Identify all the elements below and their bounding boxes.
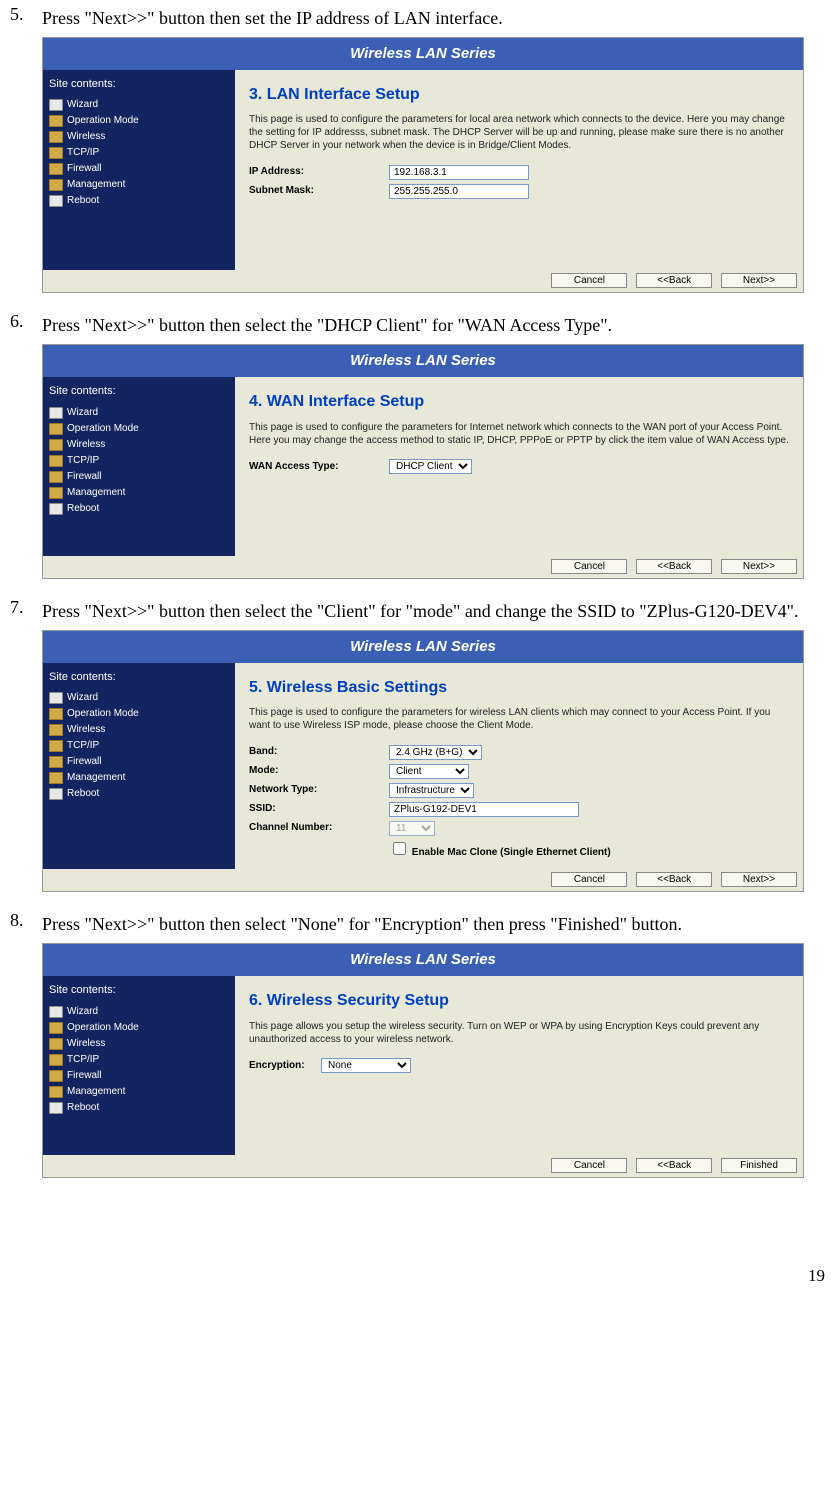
sidebar-item-wizard[interactable]: Wizard bbox=[49, 405, 229, 421]
back-button[interactable]: <<Back bbox=[636, 872, 712, 887]
wan-access-type-select[interactable]: DHCP Client bbox=[389, 459, 472, 474]
step-number: 8. bbox=[10, 910, 42, 1187]
sidebar-item-opmode[interactable]: Operation Mode bbox=[49, 1020, 229, 1036]
screenshot-wan-setup: Wireless LAN Series Site contents: Wizar… bbox=[42, 344, 804, 579]
sidebar-title: Site contents: bbox=[49, 383, 229, 401]
sidebar-item-wireless[interactable]: Wireless bbox=[49, 722, 229, 738]
channel-select[interactable]: 11 bbox=[389, 821, 435, 836]
sidebar-item-management[interactable]: Management bbox=[49, 485, 229, 501]
panel-heading: 4. WAN Interface Setup bbox=[249, 389, 789, 415]
sidebar-item-firewall[interactable]: Firewall bbox=[49, 1068, 229, 1084]
step-text: Press "Next>>" button then set the IP ad… bbox=[42, 4, 829, 33]
banner-title: Wireless LAN Series bbox=[43, 345, 803, 377]
sidebar-item-wizard[interactable]: Wizard bbox=[49, 690, 229, 706]
sidebar-item-reboot[interactable]: Reboot bbox=[49, 786, 229, 802]
panel-heading: 5. Wireless Basic Settings bbox=[249, 675, 789, 701]
band-select[interactable]: 2.4 GHz (B+G) bbox=[389, 745, 482, 760]
mode-label: Mode: bbox=[249, 763, 389, 779]
step-number: 6. bbox=[10, 311, 42, 588]
subnet-mask-input[interactable] bbox=[389, 184, 529, 199]
cancel-button[interactable]: Cancel bbox=[551, 559, 627, 574]
sidebar-item-opmode[interactable]: Operation Mode bbox=[49, 421, 229, 437]
sidebar-item-tcpip[interactable]: TCP/IP bbox=[49, 738, 229, 754]
back-button[interactable]: <<Back bbox=[636, 273, 712, 288]
sidebar: Site contents: Wizard Operation Mode Wir… bbox=[43, 663, 235, 870]
sidebar-title: Site contents: bbox=[49, 982, 229, 1000]
next-button[interactable]: Next>> bbox=[721, 872, 797, 887]
ssid-input[interactable] bbox=[389, 802, 579, 817]
ssid-label: SSID: bbox=[249, 801, 389, 817]
banner-title: Wireless LAN Series bbox=[43, 631, 803, 663]
sidebar-title: Site contents: bbox=[49, 669, 229, 687]
sidebar-item-opmode[interactable]: Operation Mode bbox=[49, 113, 229, 129]
cancel-button[interactable]: Cancel bbox=[551, 273, 627, 288]
step-number: 7. bbox=[10, 597, 42, 902]
sidebar-item-management[interactable]: Management bbox=[49, 770, 229, 786]
screenshot-wireless-basic: Wireless LAN Series Site contents: Wizar… bbox=[42, 630, 804, 893]
ip-address-label: IP Address: bbox=[249, 164, 389, 180]
main-panel: 4. WAN Interface Setup This page is used… bbox=[235, 377, 803, 556]
sidebar-item-management[interactable]: Management bbox=[49, 177, 229, 193]
sidebar-item-tcpip[interactable]: TCP/IP bbox=[49, 453, 229, 469]
sidebar-item-reboot[interactable]: Reboot bbox=[49, 193, 229, 209]
sidebar-title: Site contents: bbox=[49, 76, 229, 94]
panel-description: This page is used to configure the param… bbox=[249, 421, 789, 447]
page-number: 19 bbox=[10, 1196, 829, 1286]
sidebar-item-management[interactable]: Management bbox=[49, 1084, 229, 1100]
ip-address-input[interactable] bbox=[389, 165, 529, 180]
sidebar-item-wizard[interactable]: Wizard bbox=[49, 97, 229, 113]
network-type-label: Network Type: bbox=[249, 782, 389, 798]
step-number: 5. bbox=[10, 4, 42, 303]
sidebar-item-firewall[interactable]: Firewall bbox=[49, 469, 229, 485]
panel-description: This page is used to configure the param… bbox=[249, 706, 789, 732]
sidebar-item-wireless[interactable]: Wireless bbox=[49, 437, 229, 453]
banner-title: Wireless LAN Series bbox=[43, 38, 803, 70]
main-panel: 5. Wireless Basic Settings This page is … bbox=[235, 663, 803, 870]
step-text: Press "Next>>" button then select "None"… bbox=[42, 910, 829, 939]
sidebar-item-wizard[interactable]: Wizard bbox=[49, 1004, 229, 1020]
panel-heading: 6. Wireless Security Setup bbox=[249, 988, 789, 1014]
panel-heading: 3. LAN Interface Setup bbox=[249, 82, 789, 108]
finished-button[interactable]: Finished bbox=[721, 1158, 797, 1173]
next-button[interactable]: Next>> bbox=[721, 559, 797, 574]
sidebar-item-tcpip[interactable]: TCP/IP bbox=[49, 1052, 229, 1068]
subnet-mask-label: Subnet Mask: bbox=[249, 183, 389, 199]
step-text: Press "Next>>" button then select the "D… bbox=[42, 311, 829, 340]
mac-clone-checkbox[interactable] bbox=[393, 842, 406, 855]
screenshot-wireless-security: Wireless LAN Series Site contents: Wizar… bbox=[42, 943, 804, 1178]
cancel-button[interactable]: Cancel bbox=[551, 1158, 627, 1173]
mode-select[interactable]: Client bbox=[389, 764, 469, 779]
encryption-label: Encryption: bbox=[249, 1058, 321, 1074]
back-button[interactable]: <<Back bbox=[636, 559, 712, 574]
screenshot-lan-setup: Wireless LAN Series Site contents: Wizar… bbox=[42, 37, 804, 294]
sidebar-item-wireless[interactable]: Wireless bbox=[49, 129, 229, 145]
mac-clone-label: Enable Mac Clone (Single Ethernet Client… bbox=[412, 847, 611, 858]
network-type-select[interactable]: Infrastructure bbox=[389, 783, 474, 798]
banner-title: Wireless LAN Series bbox=[43, 944, 803, 976]
cancel-button[interactable]: Cancel bbox=[551, 872, 627, 887]
encryption-select[interactable]: None bbox=[321, 1058, 411, 1073]
sidebar-item-reboot[interactable]: Reboot bbox=[49, 501, 229, 517]
sidebar-item-firewall[interactable]: Firewall bbox=[49, 161, 229, 177]
next-button[interactable]: Next>> bbox=[721, 273, 797, 288]
sidebar-item-opmode[interactable]: Operation Mode bbox=[49, 706, 229, 722]
channel-label: Channel Number: bbox=[249, 820, 389, 836]
sidebar-item-tcpip[interactable]: TCP/IP bbox=[49, 145, 229, 161]
sidebar-item-wireless[interactable]: Wireless bbox=[49, 1036, 229, 1052]
step-text: Press "Next>>" button then select the "C… bbox=[42, 597, 829, 626]
sidebar-item-reboot[interactable]: Reboot bbox=[49, 1100, 229, 1116]
panel-description: This page is used to configure the param… bbox=[249, 113, 789, 152]
main-panel: 6. Wireless Security Setup This page all… bbox=[235, 976, 803, 1155]
band-label: Band: bbox=[249, 744, 389, 760]
main-panel: 3. LAN Interface Setup This page is used… bbox=[235, 70, 803, 271]
sidebar: Site contents: Wizard Operation Mode Wir… bbox=[43, 70, 235, 271]
panel-description: This page allows you setup the wireless … bbox=[249, 1020, 789, 1046]
sidebar: Site contents: Wizard Operation Mode Wir… bbox=[43, 377, 235, 556]
sidebar-item-firewall[interactable]: Firewall bbox=[49, 754, 229, 770]
sidebar: Site contents: Wizard Operation Mode Wir… bbox=[43, 976, 235, 1155]
wan-access-type-label: WAN Access Type: bbox=[249, 459, 389, 475]
back-button[interactable]: <<Back bbox=[636, 1158, 712, 1173]
